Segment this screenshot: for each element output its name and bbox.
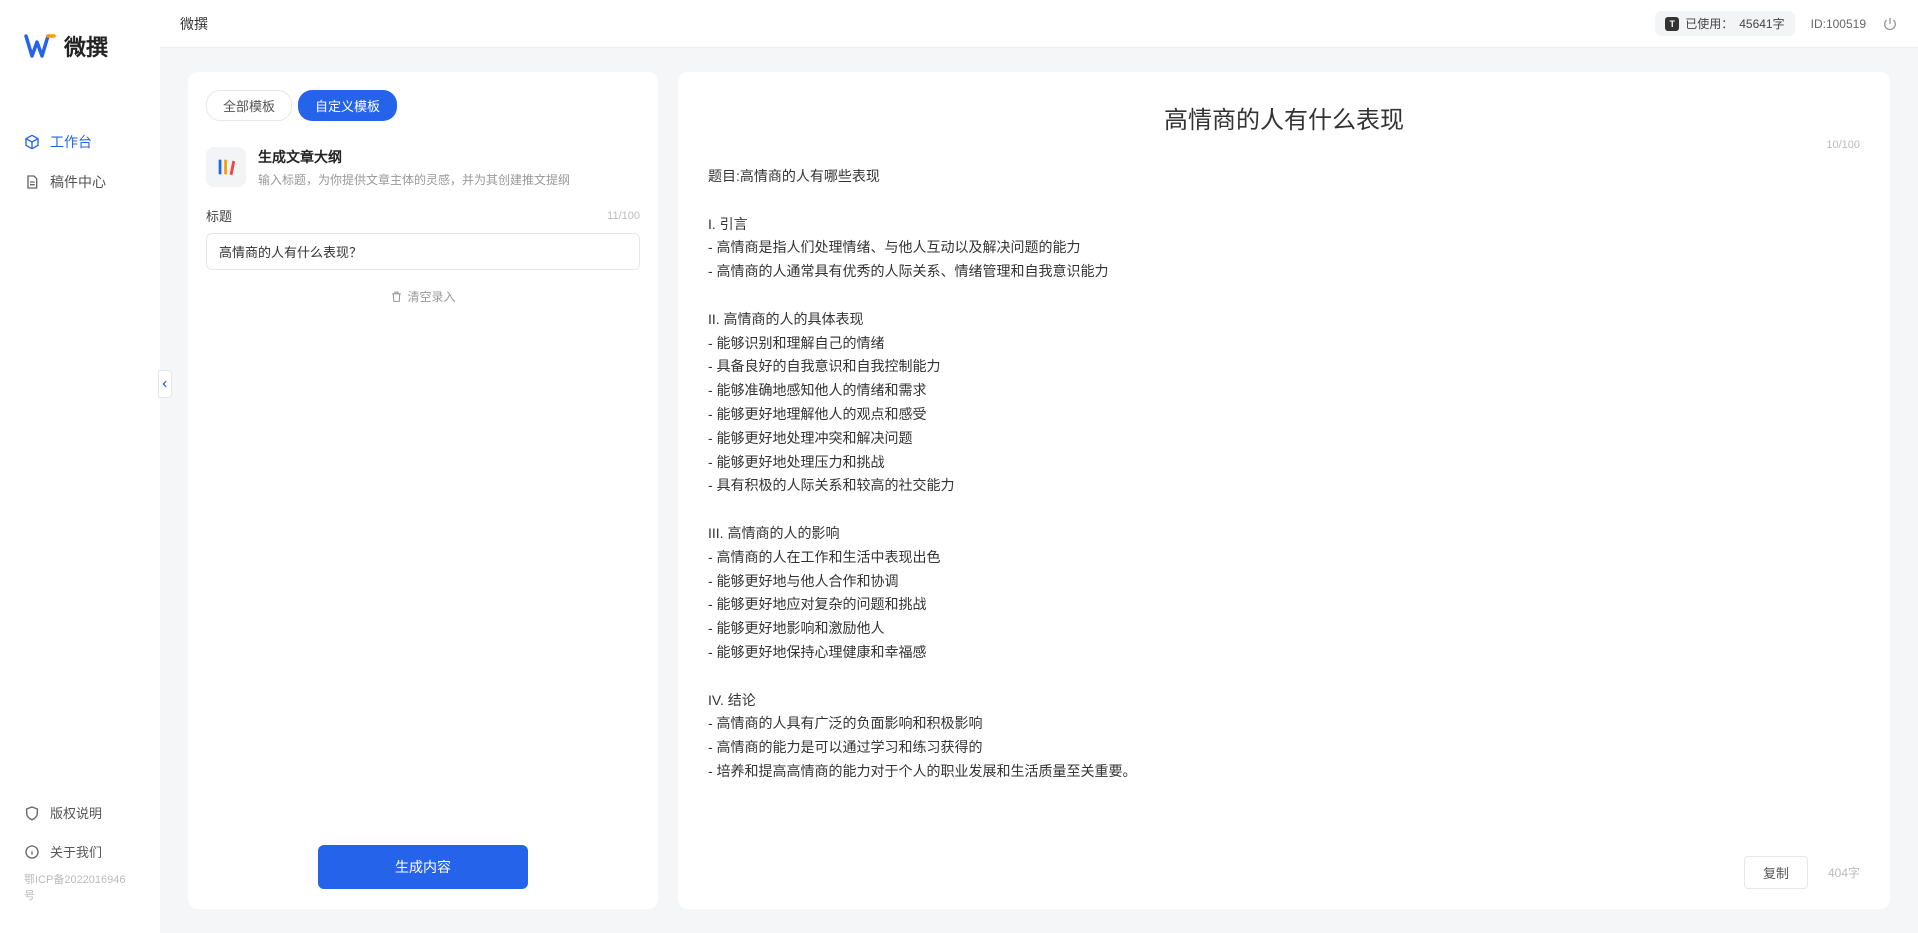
usage-value: 45641字: [1739, 15, 1784, 32]
document-icon: [24, 174, 40, 190]
topbar: 微撰 T 已使用： 45641字 ID:100519: [160, 0, 1918, 48]
title-char-counter: 11/100: [607, 210, 640, 222]
template-title: 生成文章大纲: [258, 147, 570, 167]
template-card: 生成文章大纲 输入标题，为你提供文章主体的灵感，并为其创建推文提纲: [206, 143, 640, 206]
nav-label: 关于我们: [50, 842, 102, 861]
copy-button[interactable]: 复制: [1744, 856, 1808, 889]
clear-input-link[interactable]: 清空录入: [390, 288, 455, 305]
usage-badge: T 已使用： 45641字: [1655, 11, 1794, 36]
word-count: 404字: [1828, 864, 1860, 881]
work-area: 全部模板 自定义模板 生成文章大纲 输入标题，为你提供文章主体的灵感，并为其创建…: [160, 48, 1918, 933]
tab-custom-templates[interactable]: 自定义模板: [298, 90, 397, 121]
result-panel: 高情商的人有什么表现 10/100 题目:高情商的人有哪些表现 I. 引言 - …: [678, 72, 1890, 909]
tab-all-templates[interactable]: 全部模板: [206, 90, 292, 121]
primary-nav: 工作台 稿件中心: [0, 92, 160, 793]
sidebar-collapse-handle[interactable]: [158, 370, 172, 398]
nav-about[interactable]: 关于我们: [0, 832, 160, 871]
logo-mark-icon: [24, 30, 56, 62]
brand-name: 微撰: [64, 30, 108, 62]
footer-nav: 版权说明 关于我们 鄂ICP备2022016946号: [0, 793, 160, 933]
input-panel: 全部模板 自定义模板 生成文章大纲 输入标题，为你提供文章主体的灵感，并为其创建…: [188, 72, 658, 909]
sidebar: 微撰 工作台 稿件中心 版权说明: [0, 0, 160, 933]
result-body: 题目:高情商的人有哪些表现 I. 引言 - 高情商是指人们处理情绪、与他人互动以…: [708, 165, 1860, 846]
template-tabs: 全部模板 自定义模板: [206, 90, 640, 121]
info-icon: [24, 844, 40, 860]
main-area: 微撰 T 已使用： 45641字 ID:100519 全部模板 自定义模板: [160, 0, 1918, 933]
generate-button[interactable]: 生成内容: [318, 845, 528, 889]
trash-icon: [390, 290, 403, 303]
usage-prefix: 已使用：: [1685, 15, 1733, 32]
clear-label: 清空录入: [407, 288, 455, 305]
nav-label: 版权说明: [50, 803, 102, 822]
title-input[interactable]: [206, 233, 640, 270]
result-title-counter: 10/100: [708, 139, 1860, 151]
template-thumb-icon: [206, 147, 246, 187]
nav-workbench[interactable]: 工作台: [0, 122, 160, 162]
shield-icon: [24, 805, 40, 821]
nav-label: 工作台: [50, 132, 92, 152]
icp-label: 鄂ICP备2022016946号: [0, 871, 160, 913]
result-title: 高情商的人有什么表现: [708, 100, 1860, 135]
text-usage-icon: T: [1665, 17, 1679, 31]
user-id-label: ID:100519: [1811, 17, 1866, 31]
page-title: 微撰: [180, 14, 1639, 34]
result-footer: 复制 404字: [708, 846, 1860, 889]
title-label-row: 标题 11/100: [206, 206, 640, 225]
nav-drafts[interactable]: 稿件中心: [0, 162, 160, 202]
cube-icon: [24, 134, 40, 150]
power-icon[interactable]: [1882, 16, 1898, 32]
brand-logo: 微撰: [0, 30, 160, 92]
title-label: 标题: [206, 206, 232, 225]
nav-copyright[interactable]: 版权说明: [0, 793, 160, 832]
nav-label: 稿件中心: [50, 172, 106, 192]
template-desc: 输入标题，为你提供文章主体的灵感，并为其创建推文提纲: [258, 171, 570, 188]
